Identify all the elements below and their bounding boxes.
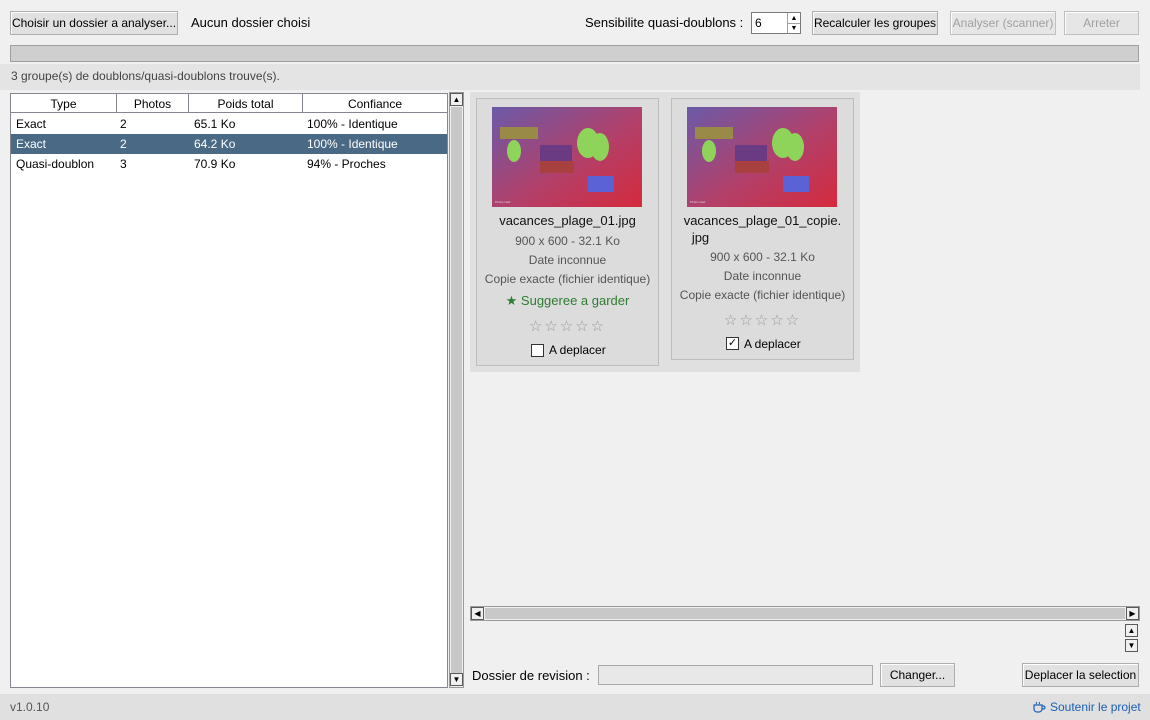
cell-size: 70.9 Ko: [194, 157, 236, 171]
table-row[interactable]: Quasi-doublon 3 70.9 Ko 94% - Proches: [11, 154, 447, 174]
star-rating[interactable]: ☆☆☆☆☆: [477, 317, 658, 335]
spin-up-icon[interactable]: ▲: [787, 13, 800, 23]
cell-size: 65.1 Ko: [194, 117, 236, 131]
horizontal-scrollbar[interactable]: ◀ ▶: [470, 606, 1140, 621]
scroll-down-icon[interactable]: ▼: [1125, 639, 1138, 652]
spin-down-icon[interactable]: ▼: [787, 23, 800, 33]
vertical-scrollbar[interactable]: ▲ ▼: [449, 92, 464, 688]
table-row-selected[interactable]: Exact 2 64.2 Ko 100% - Identique: [11, 134, 447, 154]
cup-icon[interactable]: [1032, 700, 1046, 714]
column-header-size[interactable]: Poids total: [189, 94, 303, 113]
move-label: A deplacer: [549, 343, 606, 357]
column-header-photos[interactable]: Photos: [117, 94, 189, 113]
stop-button[interactable]: Arreter: [1064, 11, 1139, 35]
photo-thumbnail[interactable]: Photo test: [687, 107, 837, 207]
status-band: 3 groupe(s) de doublons/quasi-doublons t…: [0, 64, 1140, 90]
scroll-up-icon[interactable]: ▲: [1125, 624, 1138, 637]
support-link[interactable]: Soutenir le projet: [1050, 700, 1141, 714]
groups-table: Type Photos Poids total Confiance Exact …: [10, 93, 448, 688]
column-header-confidence[interactable]: Confiance: [303, 94, 447, 113]
cell-type: Exact: [16, 137, 47, 151]
move-label: A deplacer: [744, 337, 801, 351]
file-dimensions: 900 x 600 - 32.1 Ko: [710, 250, 815, 264]
scroll-left-icon[interactable]: ◀: [471, 607, 484, 620]
change-folder-button[interactable]: Changer...: [880, 663, 955, 687]
scroll-down-icon[interactable]: ▼: [450, 673, 463, 686]
sensitivity-value: 6: [755, 16, 762, 30]
star-rating[interactable]: ☆☆☆☆☆: [672, 311, 853, 329]
cell-photos: 2: [120, 137, 127, 151]
version-label: v1.0.10: [10, 700, 50, 714]
move-selection-button[interactable]: Deplacer la selection: [1022, 663, 1139, 687]
review-folder-label: Dossier de revision :: [472, 668, 590, 683]
footer: v1.0.10 Soutenir le projet: [0, 694, 1150, 720]
file-name: vacances_plage_01.jpg: [499, 213, 636, 228]
cell-confidence: 100% - Identique: [307, 137, 398, 151]
analyze-button[interactable]: Analyser (scanner): [950, 11, 1056, 35]
scrollbar-thumb[interactable]: [451, 107, 462, 673]
duplicate-kind: Copie exacte (fichier identique): [484, 272, 651, 286]
sensitivity-spinbox[interactable]: 6 ▲ ▼: [751, 12, 801, 34]
file-date: Date inconnue: [528, 253, 607, 267]
file-name: vacances_plage_01_copie.: [683, 213, 842, 228]
file-date: Date inconnue: [723, 269, 802, 283]
cell-type: Quasi-doublon: [16, 157, 95, 171]
column-header-type[interactable]: Type: [11, 94, 117, 113]
progress-bar: [10, 45, 1139, 62]
folder-status-label: Aucun dossier choisi: [191, 15, 311, 30]
cell-photos: 3: [120, 157, 127, 171]
cell-confidence: 100% - Identique: [307, 117, 398, 131]
cell-size: 64.2 Ko: [194, 137, 236, 151]
scrollbar-thumb[interactable]: [485, 608, 1125, 619]
sensitivity-label: Sensibilite quasi-doublons :: [585, 15, 744, 30]
svg-text:Photo test: Photo test: [495, 200, 511, 204]
duplicate-kind: Copie exacte (fichier identique): [679, 288, 846, 302]
choose-folder-button[interactable]: Choisir un dossier a analyser...: [10, 11, 178, 35]
cell-confidence: 94% - Proches: [307, 157, 386, 171]
keep-suggestion: ★ Suggeree a garder: [505, 293, 630, 308]
file-name-continued: jpg: [691, 230, 710, 245]
move-checkbox[interactable]: [531, 344, 544, 357]
photo-thumbnail[interactable]: Photo test: [492, 107, 642, 207]
cell-type: Exact: [16, 117, 47, 131]
photo-card: Photo test vacances_plage_01_copie. jpg …: [671, 98, 854, 360]
svg-text:Photo test: Photo test: [690, 200, 706, 204]
scroll-right-icon[interactable]: ▶: [1126, 607, 1139, 620]
recalculate-groups-button[interactable]: Recalculer les groupes: [812, 11, 938, 35]
cell-photos: 2: [120, 117, 127, 131]
scroll-up-icon[interactable]: ▲: [450, 93, 463, 106]
table-row[interactable]: Exact 2 65.1 Ko 100% - Identique: [11, 114, 447, 134]
review-folder-input[interactable]: [598, 665, 873, 685]
status-text: 3 groupe(s) de doublons/quasi-doublons t…: [11, 69, 280, 83]
table-header: Type Photos Poids total Confiance: [11, 94, 447, 113]
move-checkbox-checked[interactable]: ✓: [726, 337, 739, 350]
toolbar: Choisir un dossier a analyser... Aucun d…: [0, 0, 1150, 40]
